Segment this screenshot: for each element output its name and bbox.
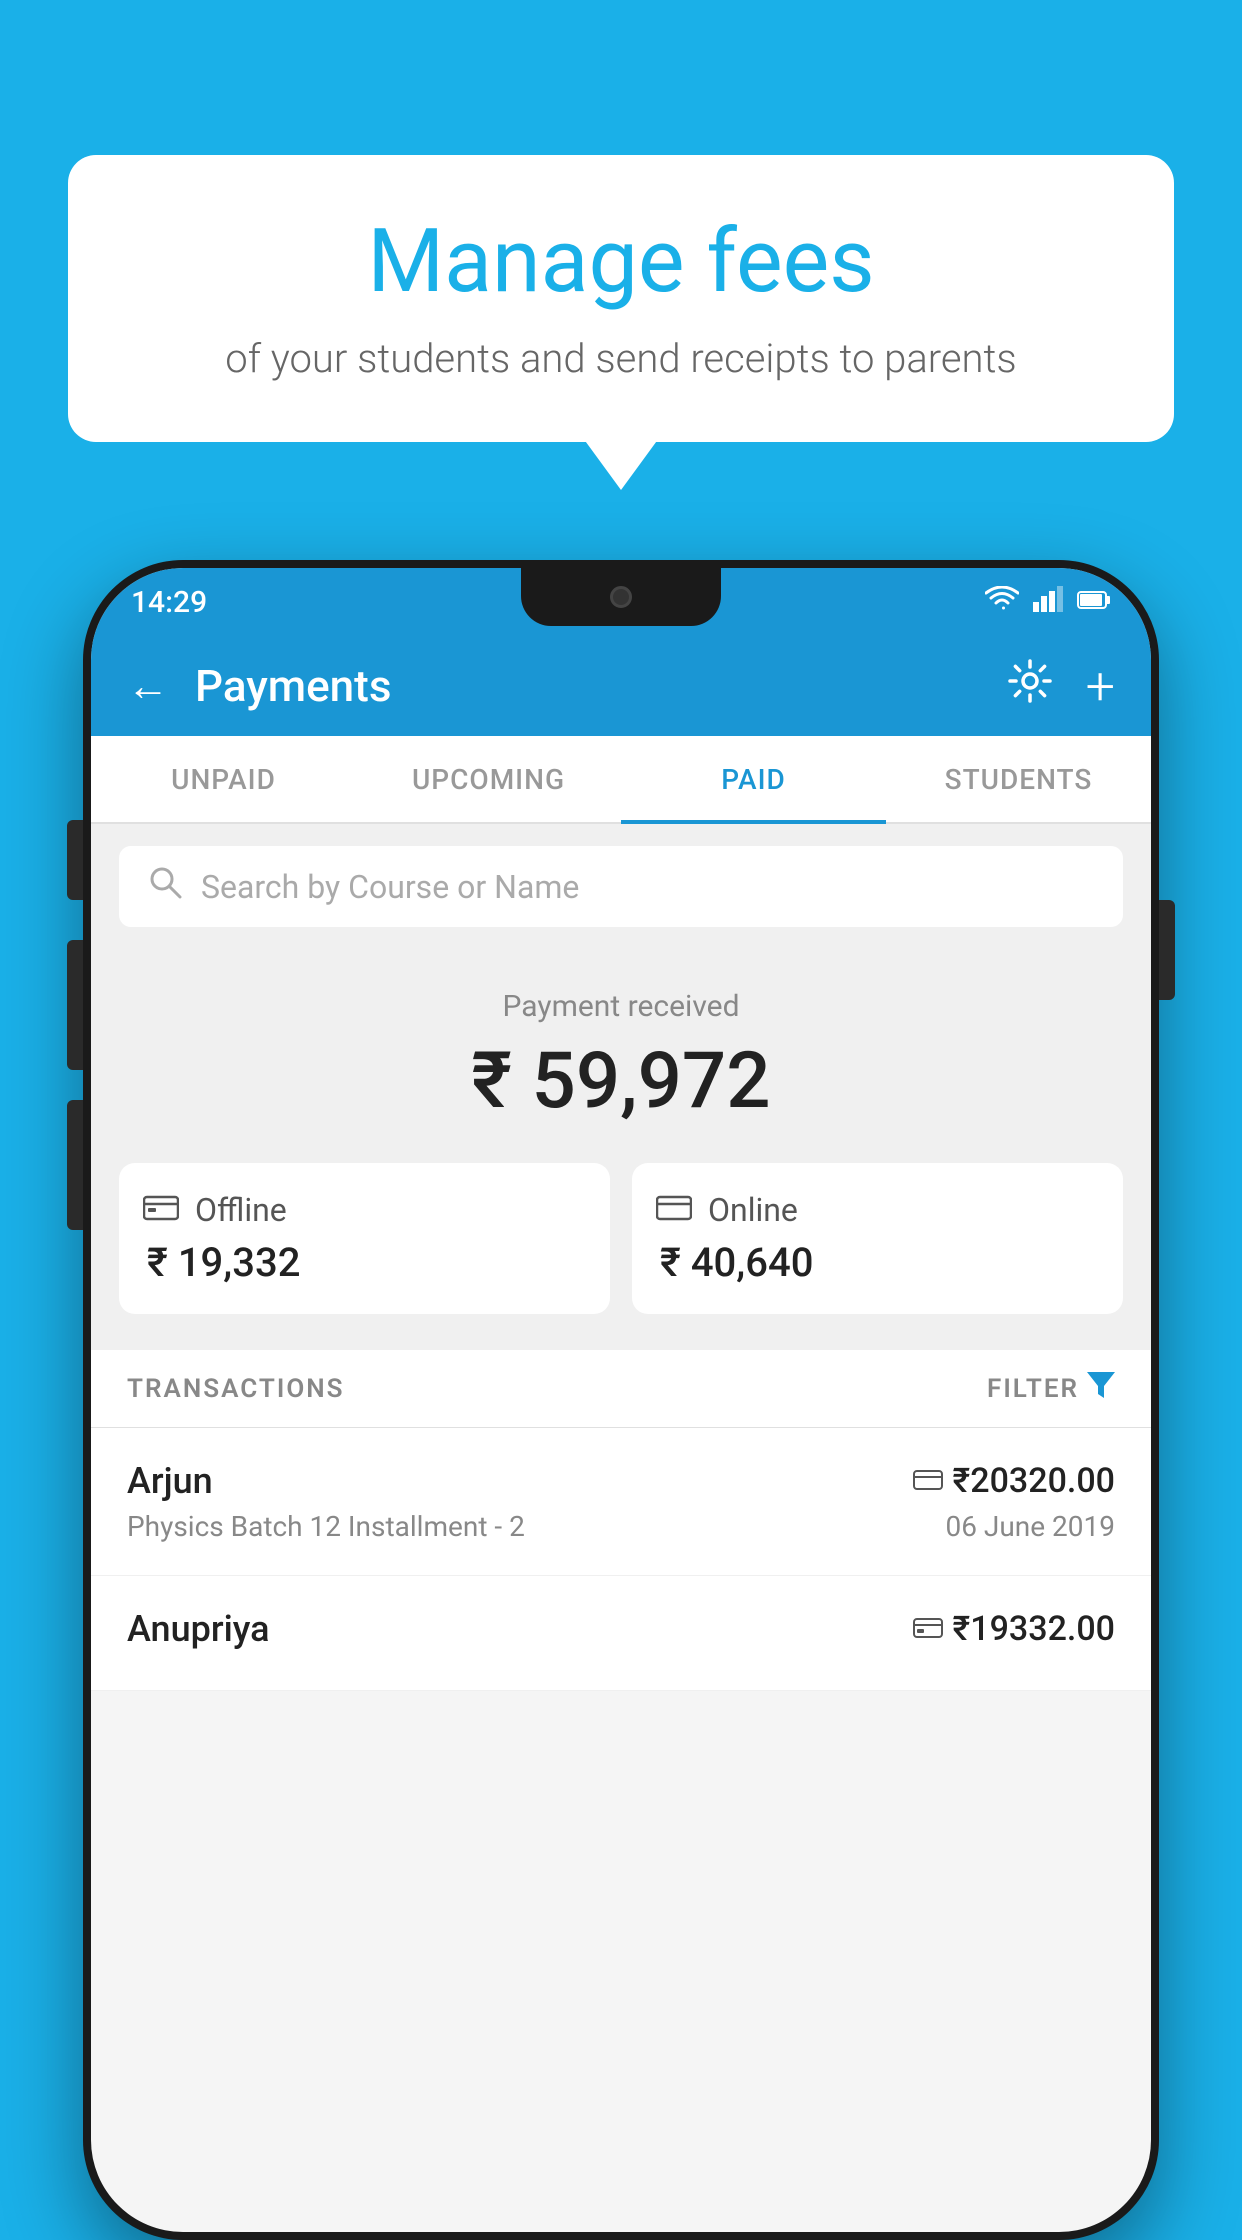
front-camera: [610, 586, 632, 608]
transaction-amount: ₹19332.00: [953, 1609, 1115, 1649]
payment-cards: Offline ₹ 19,332 Online ₹ 40,640: [91, 1163, 1151, 1350]
header-title: Payments: [195, 660, 1006, 712]
transaction-online-icon: [913, 1465, 943, 1498]
online-amount: ₹ 40,640: [656, 1239, 813, 1286]
tab-paid[interactable]: PAID: [621, 736, 886, 822]
offline-amount: ₹ 19,332: [143, 1239, 300, 1286]
transaction-amount: ₹20320.00: [953, 1461, 1115, 1501]
tab-unpaid[interactable]: UNPAID: [91, 736, 356, 822]
add-button[interactable]: +: [1086, 656, 1115, 717]
phone-volume-down-button: [67, 1100, 83, 1230]
payment-summary: Payment received ₹ 59,972: [91, 949, 1151, 1163]
phone-volume-up-button: [67, 940, 83, 1070]
back-button[interactable]: ←: [127, 662, 169, 711]
transaction-date: 06 June 2019: [945, 1510, 1115, 1543]
transaction-row[interactable]: Anupriya ₹19332.00: [91, 1576, 1151, 1691]
status-icons: [985, 586, 1111, 619]
transaction-row[interactable]: Arjun ₹20320.00 Physics Batch 12 Install…: [91, 1428, 1151, 1576]
offline-payment-card: Offline ₹ 19,332: [119, 1163, 610, 1314]
search-icon: [147, 864, 183, 909]
transaction-amount-row: ₹20320.00: [913, 1461, 1115, 1501]
tab-upcoming[interactable]: UPCOMING: [356, 736, 621, 822]
transaction-offline-icon: [913, 1613, 943, 1646]
offline-icon: [143, 1191, 179, 1229]
transaction-name: Anupriya: [127, 1608, 270, 1650]
bubble-title: Manage fees: [128, 210, 1114, 313]
online-label: Online: [708, 1191, 798, 1229]
signal-icon: [1033, 586, 1063, 619]
payment-received-amount: ₹ 59,972: [91, 1036, 1151, 1127]
filter-label: FILTER: [987, 1374, 1079, 1404]
filter-section[interactable]: FILTER: [987, 1372, 1115, 1405]
battery-icon: [1077, 587, 1111, 617]
offline-label: Offline: [195, 1191, 287, 1229]
online-payment-card: Online ₹ 40,640: [632, 1163, 1123, 1314]
status-bar: 14:29: [91, 568, 1151, 636]
payment-received-label: Payment received: [91, 989, 1151, 1024]
phone-screen: 14:29: [91, 568, 1151, 2232]
transactions-header: TRANSACTIONS FILTER: [91, 1350, 1151, 1428]
phone-frame: 14:29: [83, 560, 1159, 2240]
transaction-name: Arjun: [127, 1460, 213, 1502]
online-icon: [656, 1191, 692, 1229]
bubble-subtitle: of your students and send receipts to pa…: [128, 335, 1114, 382]
transaction-amount-row: ₹19332.00: [913, 1609, 1115, 1649]
search-container: Search by Course or Name: [91, 824, 1151, 949]
settings-button[interactable]: [1006, 657, 1054, 716]
search-placeholder-text: Search by Course or Name: [201, 868, 579, 906]
wifi-icon: [985, 586, 1019, 619]
header-action-icons: +: [1006, 656, 1115, 717]
tab-students[interactable]: STUDENTS: [886, 736, 1151, 822]
phone-notch: [521, 568, 721, 626]
phone-silent-button: [67, 820, 83, 900]
transactions-label: TRANSACTIONS: [127, 1374, 345, 1404]
speech-bubble: Manage fees of your students and send re…: [68, 155, 1174, 442]
tabs: UNPAID UPCOMING PAID STUDENTS: [91, 736, 1151, 824]
app-header: ← Payments +: [91, 636, 1151, 736]
phone-power-button: [1159, 900, 1175, 1000]
filter-icon: [1087, 1372, 1115, 1405]
transaction-desc: Physics Batch 12 Installment - 2: [127, 1510, 525, 1543]
search-bar[interactable]: Search by Course or Name: [119, 846, 1123, 927]
transaction-sub: Physics Batch 12 Installment - 2 06 June…: [127, 1510, 1115, 1543]
status-time: 14:29: [131, 585, 207, 620]
